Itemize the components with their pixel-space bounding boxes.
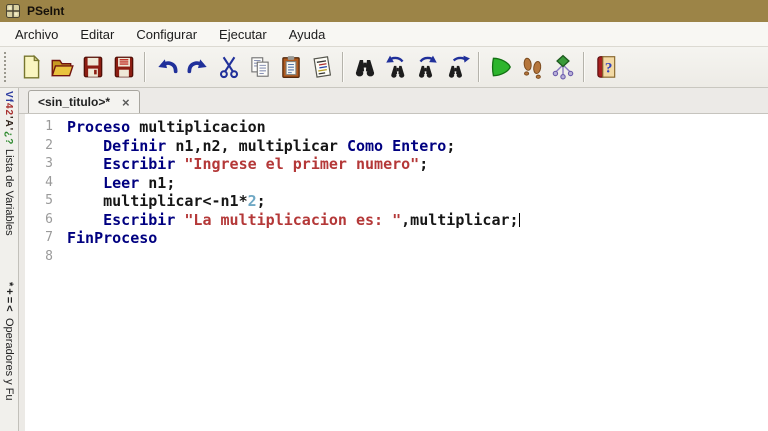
binoculars-next-icon [414, 54, 440, 80]
variables-types-icon: Vf42'A'¿? [3, 91, 14, 146]
copy-button[interactable] [244, 51, 275, 83]
menu-ayuda[interactable]: Ayuda [278, 24, 337, 45]
tab-label: <sin_titulo>* [38, 95, 111, 109]
toolbar-separator [583, 52, 585, 82]
undo-button[interactable] [151, 51, 182, 83]
panel-tab-variables[interactable]: Vf42'A'¿? Lista de Variables [3, 88, 15, 236]
paste-button[interactable] [275, 51, 306, 83]
find-button[interactable] [349, 51, 380, 83]
save-floppy-icon [80, 54, 106, 80]
code-editor[interactable]: 1 Proceso multiplicacion 2 Definir n1,n2, … [19, 114, 768, 431]
new-file-icon [18, 54, 44, 80]
toolbar-separator [478, 52, 480, 82]
new-file-button[interactable] [15, 51, 46, 83]
help-book-icon: ? [593, 54, 619, 80]
window-title: PSeInt [27, 4, 65, 18]
toolbar: ? [0, 47, 768, 88]
flowchart-icon [550, 54, 576, 80]
code-line[interactable]: 3 Escribir "Ingrese el primer numero"; [19, 155, 768, 174]
run-play-icon [488, 54, 514, 80]
line-number: 3 [45, 156, 53, 171]
find-next-button[interactable] [411, 51, 442, 83]
step-run-button[interactable] [516, 51, 547, 83]
tab-sin-titulo[interactable]: <sin_titulo>* × [28, 90, 140, 113]
open-file-button[interactable] [46, 51, 77, 83]
toolbar-grip[interactable] [4, 52, 11, 82]
text-caret [518, 212, 520, 227]
line-number: 4 [45, 174, 53, 190]
main-area: Vf42'A'¿? Lista de Variables *+=< Operad… [0, 88, 768, 431]
line-number: 6 [45, 211, 53, 227]
redo-button[interactable] [182, 51, 213, 83]
title-bar: PSeInt [0, 0, 768, 22]
line-number: 7 [45, 230, 53, 245]
app-icon [6, 4, 20, 18]
run-button[interactable] [485, 51, 516, 83]
toolbar-separator [144, 52, 146, 82]
replace-button[interactable] [442, 51, 473, 83]
save-all-button[interactable] [108, 51, 139, 83]
menu-editar[interactable]: Editar [69, 24, 125, 45]
binoculars-icon [352, 54, 378, 80]
tab-strip: <sin_titulo>* × [19, 88, 768, 114]
operators-panel-label: Operadores y Fu [3, 317, 15, 401]
left-panel-tabs: Vf42'A'¿? Lista de Variables *+=< Operad… [0, 88, 19, 431]
editor-pane: <sin_titulo>* × 1 Proceso multiplicacion 2… [19, 88, 768, 431]
code-lines: 1 Proceso multiplicacion 2 Definir n1,n2, … [19, 118, 768, 266]
indent-page-icon [309, 54, 335, 80]
operators-symbols-icon: *+=< [3, 281, 15, 314]
line-number: 5 [45, 193, 53, 208]
fix-indent-button[interactable] [306, 51, 337, 83]
line-number: 2 [45, 137, 53, 153]
footprints-icon [519, 54, 545, 80]
undo-arrow-icon [154, 54, 180, 80]
menu-configurar[interactable]: Configurar [125, 24, 208, 45]
draw-flowchart-button[interactable] [547, 51, 578, 83]
code-line[interactable]: 8 [19, 248, 768, 267]
code-line[interactable]: 4 Leer n1; [19, 174, 768, 193]
find-previous-button[interactable] [380, 51, 411, 83]
line-number: 8 [45, 248, 53, 264]
paste-clipboard-icon [278, 54, 304, 80]
line-number: 1 [45, 119, 53, 134]
code-line[interactable]: 7 FinProceso [19, 229, 768, 248]
menu-ejecutar[interactable]: Ejecutar [208, 24, 278, 45]
menu-bar: Archivo Editar Configurar Ejecutar Ayuda [0, 22, 768, 47]
pseint-window: PSeInt Archivo Editar Configurar Ejecuta… [0, 0, 768, 431]
redo-arrow-icon [185, 54, 211, 80]
cut-button[interactable] [213, 51, 244, 83]
save-all-floppy-icon [111, 54, 137, 80]
variables-panel-label: Lista de Variables [3, 149, 15, 236]
code-line[interactable]: 2 Definir n1,n2, multiplicar Como Entero… [19, 137, 768, 156]
menu-archivo[interactable]: Archivo [4, 24, 69, 45]
help-button[interactable]: ? [590, 51, 621, 83]
panel-tab-operators[interactable]: *+=< Operadores y Fu [3, 236, 15, 400]
svg-text:?: ? [604, 59, 612, 76]
open-folder-icon [49, 54, 75, 80]
code-line[interactable]: 5 multiplicar<-n1*2; [19, 192, 768, 211]
copy-pages-icon [247, 54, 273, 80]
scissors-icon [216, 54, 242, 80]
binoculars-replace-icon [445, 54, 471, 80]
code-line[interactable]: 6 Escribir "La multiplicacion es: ",mult… [19, 211, 768, 230]
save-button[interactable] [77, 51, 108, 83]
binoculars-prev-icon [383, 54, 409, 80]
tab-close-icon[interactable]: × [122, 95, 130, 110]
code-line[interactable]: 1 Proceso multiplicacion [19, 118, 768, 137]
toolbar-separator [342, 52, 344, 82]
